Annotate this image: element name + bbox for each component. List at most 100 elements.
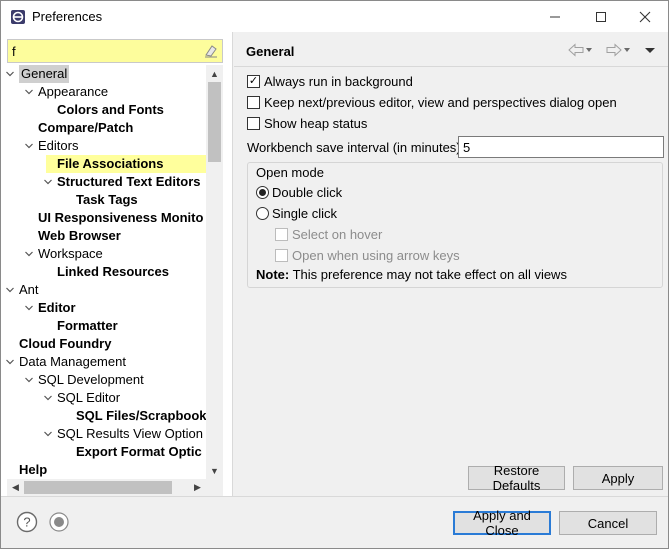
save-interval-input[interactable] <box>458 136 664 158</box>
expand-chevron-icon[interactable] <box>4 281 16 299</box>
checkbox-label: Select on hover <box>292 226 383 242</box>
tree-horizontal-scrollbar[interactable]: ◀ ▶ <box>7 479 206 496</box>
preference-page: General ✓ Always run in background Keep … <box>234 32 668 496</box>
restore-defaults-button[interactable]: Restore Defaults <box>468 463 565 493</box>
arrow-right-icon <box>606 43 622 57</box>
eclipse-app-icon <box>11 10 25 24</box>
page-title: General <box>246 44 295 59</box>
radio-label: Double click <box>272 184 343 200</box>
single-click-radio[interactable]: Single click <box>256 204 337 222</box>
save-interval-label: Workbench save interval (in minutes): <box>247 140 465 155</box>
tree-item[interactable]: General <box>1 65 206 83</box>
keep-dialog-open-checkbox[interactable]: Keep next/previous editor, view and pers… <box>247 93 617 111</box>
minimize-button[interactable] <box>532 1 578 32</box>
tree-item[interactable]: SQL Development <box>1 371 206 389</box>
tree-item[interactable]: Colors and Fonts <box>1 101 206 119</box>
expand-chevron-icon[interactable] <box>23 83 35 101</box>
tree-item[interactable]: Ant <box>1 281 206 299</box>
help-icon[interactable]: ? <box>16 511 38 533</box>
open-arrow-keys-checkbox: Open when using arrow keys <box>275 246 460 264</box>
minimize-icon <box>550 16 560 17</box>
expand-chevron-icon[interactable] <box>4 65 16 83</box>
tree-item-label: Ant <box>19 282 39 297</box>
back-button[interactable] <box>568 42 594 58</box>
tree-vertical-scrollbar[interactable]: ▲ ▼ <box>206 65 223 479</box>
radio-unselected-icon[interactable] <box>256 206 269 220</box>
checkbox-label: Open when using arrow keys <box>292 247 460 263</box>
tree-item-label: Colors and Fonts <box>57 102 164 117</box>
maximize-button[interactable] <box>578 1 624 32</box>
expand-chevron-icon[interactable] <box>42 425 54 443</box>
tree-item[interactable]: Web Browser <box>1 227 206 245</box>
cancel-button[interactable]: Cancel <box>559 511 657 535</box>
checkbox-disabled-icon <box>275 248 288 262</box>
tree-item-label: SQL Development <box>38 372 144 387</box>
tree-item[interactable]: Editors <box>1 137 206 155</box>
apply-button[interactable]: Apply <box>573 466 663 490</box>
tree-item-label: Editor <box>38 300 76 315</box>
apply-and-close-button[interactable]: Apply and Close <box>453 508 551 538</box>
close-button[interactable] <box>622 1 668 32</box>
open-mode-group: Open mode Double click Single click Sele… <box>247 162 663 288</box>
tree-item[interactable]: Appearance <box>1 83 206 101</box>
expand-chevron-icon[interactable] <box>23 299 35 317</box>
filter-input[interactable] <box>12 43 192 59</box>
expand-chevron-icon[interactable] <box>23 137 35 155</box>
tree-item[interactable]: SQL Results View Option <box>1 425 206 443</box>
tree-item[interactable]: Export Format Optic <box>1 443 206 461</box>
double-click-radio[interactable]: Double click <box>256 183 342 201</box>
arrow-left-icon <box>568 43 584 57</box>
scroll-right-arrow-icon[interactable]: ▶ <box>189 479 206 496</box>
radio-selected-icon[interactable] <box>256 185 269 199</box>
tree-item-label: Appearance <box>38 84 109 99</box>
expand-chevron-icon[interactable] <box>23 245 35 263</box>
tree-item[interactable]: Cloud Foundry <box>1 335 206 353</box>
checkbox-label: Show heap status <box>264 115 368 131</box>
filter-field[interactable] <box>7 39 223 63</box>
tree-item[interactable]: Linked Resources <box>1 263 206 281</box>
header-separator <box>234 66 668 67</box>
expand-chevron-icon[interactable] <box>42 173 54 191</box>
tree-item-label: Workspace <box>38 246 103 261</box>
expand-chevron-icon[interactable] <box>42 389 54 407</box>
maximize-icon <box>596 11 606 22</box>
tree-item[interactable]: Formatter <box>1 317 206 335</box>
eraser-icon[interactable] <box>203 43 219 59</box>
tree-item-label: Formatter <box>57 318 118 333</box>
checkbox-unchecked-icon[interactable] <box>247 116 260 130</box>
tree-item-label: Help <box>19 462 48 477</box>
tree-item[interactable]: SQL Editor <box>1 389 206 407</box>
forward-button[interactable] <box>606 42 632 58</box>
preference-tree[interactable]: General Appearance Colors and Fonts Compare… <box>1 65 206 479</box>
tree-item-label: General <box>19 65 70 83</box>
vertical-scroll-thumb[interactable] <box>208 82 221 162</box>
tree-item[interactable]: File Associations <box>1 155 206 173</box>
expand-chevron-icon[interactable] <box>23 371 35 389</box>
tree-item[interactable]: Data Management <box>1 353 206 371</box>
scrollbar-corner <box>206 479 223 496</box>
tree-item[interactable]: SQL Files/Scrapbook <box>1 407 206 425</box>
scroll-left-arrow-icon[interactable]: ◀ <box>7 479 24 496</box>
group-title: Open mode <box>256 165 324 180</box>
scroll-up-arrow-icon[interactable]: ▲ <box>206 65 223 82</box>
tree-item[interactable]: Editor <box>1 299 206 317</box>
expand-chevron-icon[interactable] <box>4 353 16 371</box>
view-menu-button[interactable] <box>644 42 656 58</box>
checkbox-unchecked-icon[interactable] <box>247 95 260 109</box>
tree-item[interactable]: UI Responsiveness Monito <box>1 209 206 227</box>
tree-item[interactable]: Structured Text Editors <box>1 173 206 191</box>
tree-item[interactable]: Compare/Patch <box>1 119 206 137</box>
tree-item[interactable]: Workspace <box>1 245 206 263</box>
tree-item[interactable]: Help <box>1 461 206 479</box>
checkbox-checked-icon[interactable]: ✓ <box>247 74 260 88</box>
record-icon[interactable] <box>48 511 70 533</box>
always-run-in-background-checkbox[interactable]: ✓ Always run in background <box>247 72 413 90</box>
tree-item-label: SQL Editor <box>57 390 121 405</box>
show-heap-status-checkbox[interactable]: Show heap status <box>247 114 367 132</box>
tree-item-label: Task Tags <box>76 192 138 207</box>
scroll-down-arrow-icon[interactable]: ▼ <box>206 462 223 479</box>
horizontal-scroll-thumb[interactable] <box>24 481 172 494</box>
tree-item-label: UI Responsiveness Monito <box>38 210 204 225</box>
tree-item[interactable]: Task Tags <box>1 191 206 209</box>
preferences-window: Preferences GeneralAppearanceColors and … <box>0 0 669 549</box>
